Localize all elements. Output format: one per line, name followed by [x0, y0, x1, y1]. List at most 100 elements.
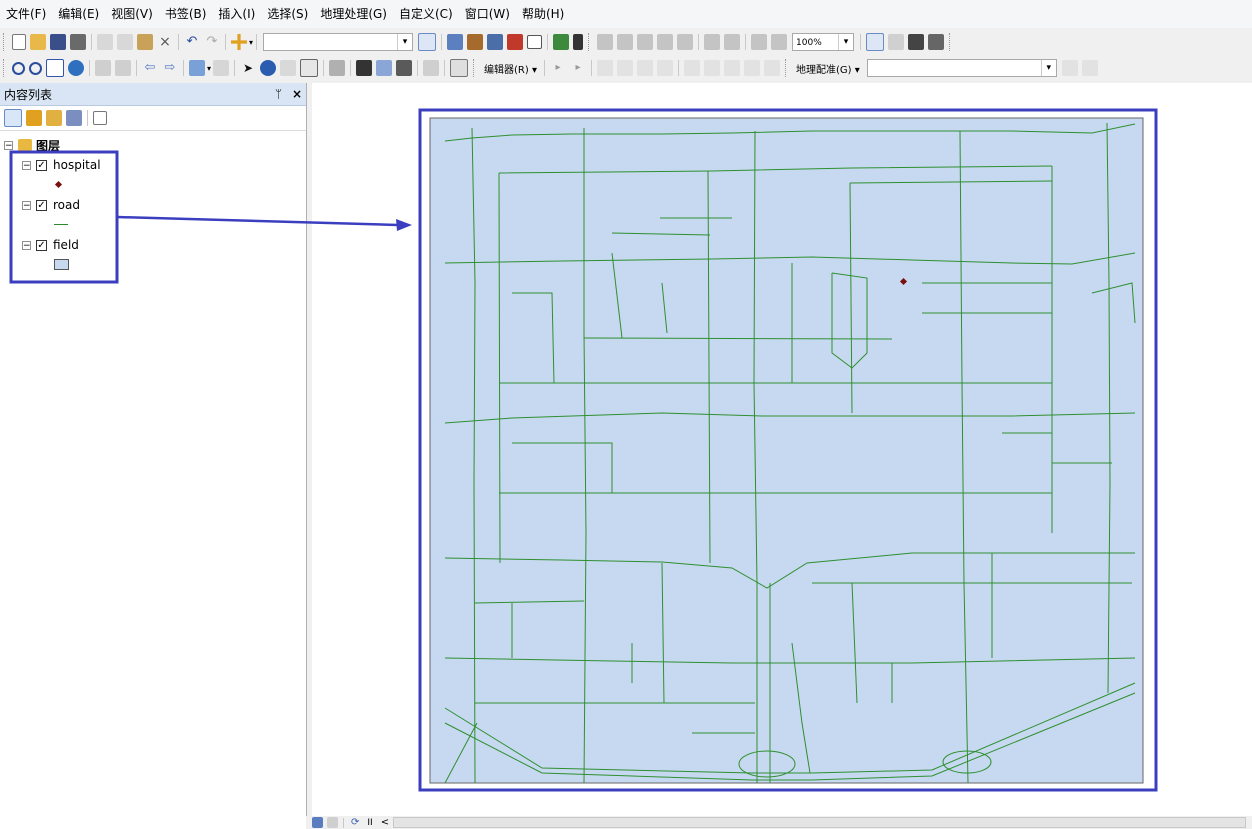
print-icon[interactable] — [70, 34, 86, 50]
full-extent-globe-icon[interactable] — [68, 60, 84, 76]
close-icon[interactable]: × — [292, 87, 302, 101]
go-forward-extent-icon[interactable] — [771, 34, 788, 50]
hyperlink-icon[interactable] — [280, 60, 297, 76]
data-view-icon[interactable] — [312, 817, 323, 828]
undo-icon[interactable]: ↶ — [184, 34, 200, 50]
zoom-out-icon[interactable] — [29, 61, 42, 75]
collapse-icon[interactable]: − — [4, 140, 13, 150]
toolbar-grip[interactable] — [949, 33, 953, 51]
edit-tool-icon[interactable]: ▸ — [550, 60, 566, 76]
menu-bookmarks[interactable]: 书签(B) — [159, 0, 213, 28]
find-binoculars-icon[interactable] — [356, 60, 373, 76]
layout-zoom-out-icon[interactable] — [617, 34, 634, 50]
delete-icon[interactable]: × — [157, 34, 173, 50]
visibility-checkbox-road[interactable]: ✓ — [36, 199, 47, 211]
modelbuilder-icon[interactable] — [553, 34, 570, 50]
list-by-selection-icon[interactable] — [66, 110, 82, 126]
menu-selection[interactable]: 选择(S) — [261, 0, 314, 28]
chevron-down-icon[interactable]: ▾ — [397, 34, 412, 50]
layout-zoom-combo[interactable]: 100% ▾ — [792, 33, 855, 51]
chevron-down-icon[interactable]: ▾ — [249, 38, 253, 47]
rotate-tool-icon[interactable] — [763, 60, 780, 76]
add-control-points-icon[interactable] — [1061, 60, 1078, 76]
fixed-zoom-in-arrows-icon[interactable] — [95, 60, 111, 76]
menu-insert[interactable]: 插入(I) — [212, 0, 261, 28]
georeferencing-menu-button[interactable]: 地理配准(G) ▾ — [792, 61, 864, 76]
split-tool-icon[interactable] — [743, 60, 760, 76]
pan-hand-icon[interactable] — [46, 59, 64, 77]
fixed-zoom-out-arrows-icon[interactable] — [115, 60, 131, 76]
toolbar-grip[interactable] — [3, 59, 7, 77]
select-elements-arrow-icon[interactable]: ➤ — [240, 60, 256, 76]
legend-symbol-road[interactable] — [54, 216, 68, 232]
editor-toolbar-icon[interactable] — [418, 33, 437, 51]
toolbar-grip[interactable] — [473, 59, 477, 77]
layer-row-hospital[interactable]: − ✓ hospital — [22, 157, 101, 173]
focus-data-frame-icon[interactable] — [888, 34, 905, 50]
layout-zoom-in-icon[interactable] — [597, 34, 614, 50]
menu-customize[interactable]: 自定义(C) — [393, 0, 459, 28]
chevron-down-icon[interactable]: ▾ — [1040, 60, 1056, 76]
visibility-checkbox-field[interactable]: ✓ — [36, 239, 47, 251]
menu-help[interactable]: 帮助(H) — [516, 0, 570, 28]
go-back-extent-icon[interactable] — [751, 34, 768, 50]
toc-options-icon[interactable] — [93, 111, 107, 125]
search-window-icon[interactable] — [487, 34, 504, 50]
python-window-icon[interactable] — [527, 35, 543, 49]
pin-icon[interactable]: ᛘ — [275, 87, 282, 101]
catalog-icon[interactable] — [467, 34, 484, 50]
georeferencing-layer-combo[interactable]: ▾ — [866, 59, 1057, 77]
save-icon[interactable] — [50, 34, 66, 50]
horizontal-scrollbar[interactable] — [393, 817, 1246, 828]
toolbar-grip[interactable] — [3, 33, 7, 51]
layers-group-row[interactable]: − 图层 — [4, 137, 60, 153]
select-features-icon[interactable] — [189, 60, 205, 76]
add-data-icon[interactable] — [231, 34, 247, 50]
paste-icon[interactable] — [137, 34, 153, 50]
field-polygon[interactable] — [429, 117, 1144, 784]
toggle-draft-mode-icon[interactable] — [866, 33, 885, 51]
forward-arrow-icon[interactable]: ⇨ — [162, 60, 178, 76]
view-link-table-icon[interactable] — [1081, 60, 1098, 76]
list-by-source-icon[interactable] — [26, 110, 42, 126]
clear-selection-icon[interactable] — [213, 60, 230, 76]
trace-icon[interactable] — [636, 60, 653, 76]
refresh-icon[interactable]: ⟳ — [351, 817, 359, 828]
table-of-contents-icon[interactable] — [447, 34, 464, 50]
editor-menu-button[interactable]: 编辑器(R) ▾ — [480, 61, 541, 76]
cut-icon[interactable] — [97, 34, 113, 50]
html-popup-icon[interactable] — [300, 59, 319, 77]
zoom-whole-page-icon[interactable] — [657, 34, 674, 50]
visibility-checkbox-hospital[interactable]: ✓ — [36, 159, 47, 171]
layout-pan-icon[interactable] — [637, 34, 654, 50]
new-document-icon[interactable] — [12, 34, 26, 50]
go-to-xy-icon[interactable] — [396, 60, 413, 76]
list-by-drawing-order-icon[interactable] — [4, 109, 22, 127]
reshape-feature-icon[interactable] — [703, 60, 720, 76]
legend-symbol-field[interactable] — [54, 256, 69, 272]
pause-drawing-button[interactable]: II — [367, 818, 372, 828]
collapse-icon[interactable]: − — [22, 160, 31, 170]
legend-symbol-hospital[interactable] — [54, 176, 63, 192]
measure-ruler-icon[interactable] — [329, 60, 346, 76]
map-canvas[interactable] — [312, 83, 1252, 816]
menu-view[interactable]: 视图(V) — [105, 0, 159, 28]
layout-view-icon[interactable] — [327, 817, 338, 828]
map-view[interactable] — [312, 83, 1252, 816]
edit-annotation-icon[interactable]: ▸ — [570, 60, 586, 76]
zoom-100-icon[interactable] — [677, 34, 694, 50]
data-driven-pages-icon[interactable] — [928, 34, 945, 50]
redo-icon[interactable]: ↷ — [204, 34, 220, 50]
layer-row-road[interactable]: − ✓ road — [22, 197, 80, 213]
chevron-down-icon[interactable]: ▾ — [838, 34, 853, 50]
point-icon[interactable] — [656, 60, 673, 76]
toolbar-grip[interactable] — [588, 33, 592, 51]
create-viewer-window-icon[interactable] — [450, 59, 469, 77]
chevron-down-icon[interactable]: ▾ — [207, 64, 211, 73]
list-by-visibility-icon[interactable] — [46, 110, 62, 126]
change-layout-icon[interactable] — [908, 34, 925, 50]
measure-icon[interactable] — [573, 34, 584, 50]
open-folder-icon[interactable] — [30, 34, 46, 50]
copy-icon[interactable] — [117, 34, 133, 50]
collapse-icon[interactable]: − — [22, 200, 31, 210]
